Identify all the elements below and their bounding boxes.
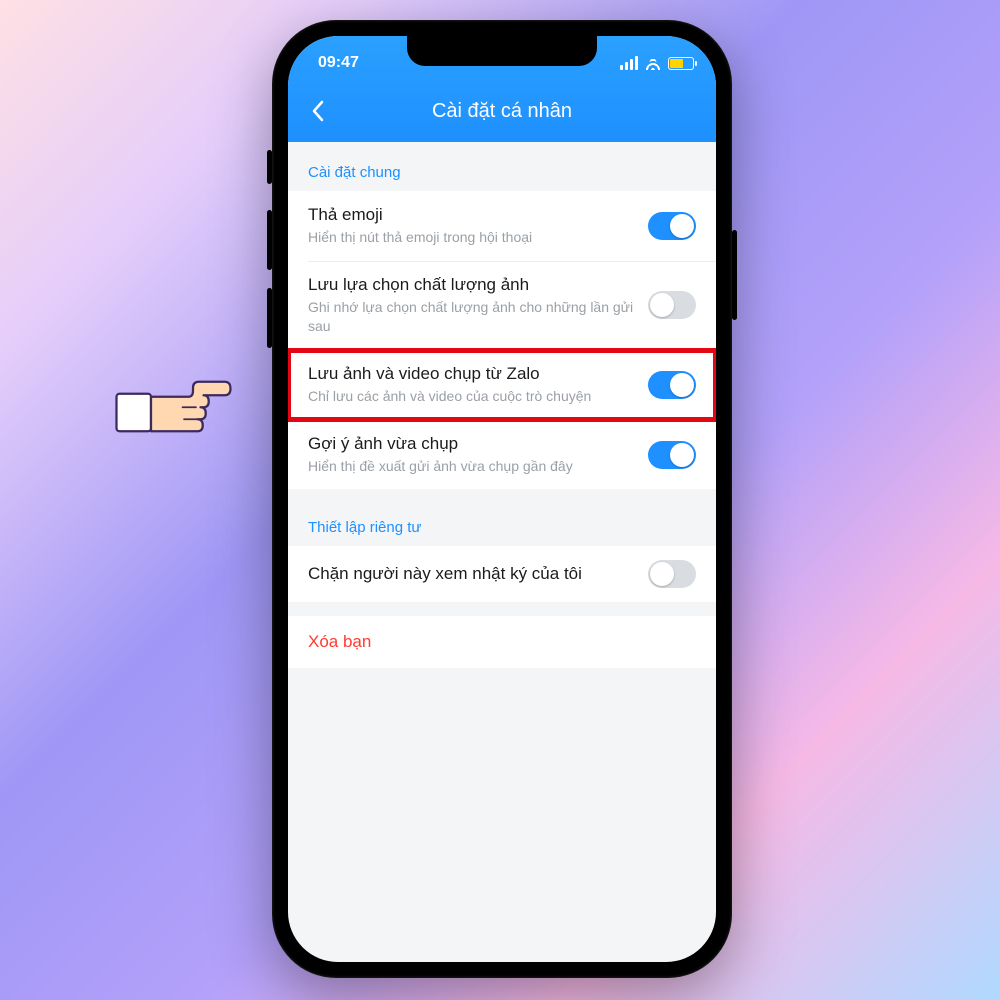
delete-friend-label: Xóa bạn xyxy=(308,632,371,651)
row-title: Thả emoji xyxy=(308,205,634,225)
general-row-1[interactable]: Lưu lựa chọn chất lượng ảnh Ghi nhớ lựa c… xyxy=(288,261,716,350)
volume-up-button xyxy=(267,210,272,270)
row-text: Chặn người này xem nhật ký của tôi xyxy=(308,564,634,584)
delete-friend-row[interactable]: Xóa bạn xyxy=(288,616,716,668)
settings-group-privacy: Chặn người này xem nhật ký của tôi xyxy=(288,546,716,602)
row-text: Gợi ý ảnh vừa chụp Hiển thị đề xuất gửi ả… xyxy=(308,434,634,476)
toggle[interactable] xyxy=(648,441,696,469)
row-subtitle: Hiển thị đề xuất gửi ảnh vừa chụp gần đâ… xyxy=(308,457,634,476)
chevron-left-icon xyxy=(311,100,325,122)
power-button xyxy=(732,230,737,320)
toggle[interactable] xyxy=(648,291,696,319)
general-row-2[interactable]: Lưu ảnh và video chụp từ Zalo Chỉ lưu các… xyxy=(288,350,716,420)
row-title: Chặn người này xem nhật ký của tôi xyxy=(308,564,634,584)
wifi-icon xyxy=(644,56,662,70)
section-label-general: Cài đặt chung xyxy=(288,142,716,191)
pointing-hand-icon xyxy=(115,362,275,459)
nav-bar: Cài đặt cá nhân xyxy=(288,80,716,142)
toggle[interactable] xyxy=(648,371,696,399)
screen: 09:47 Cài đặt cá nhân Cài đặt chung Thả … xyxy=(288,36,716,962)
status-time: 09:47 xyxy=(318,54,359,72)
row-text: Thả emoji Hiển thị nút thả emoji trong hộ… xyxy=(308,205,634,247)
notch xyxy=(407,36,597,66)
row-subtitle: Chỉ lưu các ảnh và video của cuộc trò ch… xyxy=(308,387,634,406)
volume-down-button xyxy=(267,288,272,348)
signal-icon xyxy=(620,56,638,70)
row-text: Lưu ảnh và video chụp từ Zalo Chỉ lưu các… xyxy=(308,364,634,406)
row-subtitle: Ghi nhớ lựa chọn chất lượng ảnh cho nhữn… xyxy=(308,298,634,336)
row-text: Lưu lựa chọn chất lượng ảnh Ghi nhớ lựa c… xyxy=(308,275,634,336)
page-title: Cài đặt cá nhân xyxy=(288,100,716,123)
general-row-0[interactable]: Thả emoji Hiển thị nút thả emoji trong hộ… xyxy=(288,191,716,261)
toggle[interactable] xyxy=(648,560,696,588)
battery-icon xyxy=(668,57,694,70)
settings-group-general: Thả emoji Hiển thị nút thả emoji trong hộ… xyxy=(288,191,716,489)
back-button[interactable] xyxy=(304,97,332,125)
privacy-row-0[interactable]: Chặn người này xem nhật ký của tôi xyxy=(288,546,716,602)
section-label-privacy: Thiết lập riêng tư xyxy=(288,503,716,546)
phone-frame: 09:47 Cài đặt cá nhân Cài đặt chung Thả … xyxy=(272,20,732,978)
general-row-3[interactable]: Gợi ý ảnh vừa chụp Hiển thị đề xuất gửi ả… xyxy=(288,420,716,490)
mute-switch xyxy=(267,150,272,184)
row-subtitle: Hiển thị nút thả emoji trong hội thoại xyxy=(308,228,634,247)
toggle[interactable] xyxy=(648,212,696,240)
row-title: Gợi ý ảnh vừa chụp xyxy=(308,434,634,454)
row-title: Lưu ảnh và video chụp từ Zalo xyxy=(308,364,634,384)
row-title: Lưu lựa chọn chất lượng ảnh xyxy=(308,275,634,295)
